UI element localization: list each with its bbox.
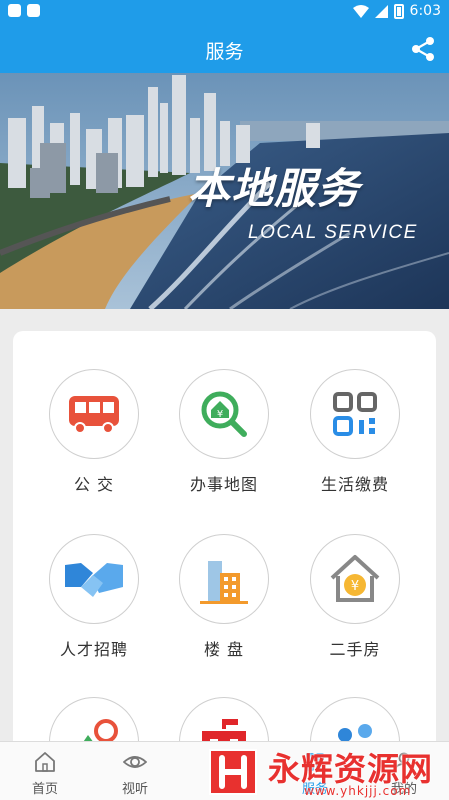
status-bar: 6:03 <box>0 0 449 25</box>
status-time: 6:03 <box>409 3 441 19</box>
qr-payment-icon <box>310 369 400 459</box>
building-icon <box>179 534 269 624</box>
notification-icon <box>8 4 21 17</box>
svg-text:¥: ¥ <box>217 409 223 420</box>
watermark-url: www.yhkjjj.com <box>304 784 412 798</box>
service-item-bus[interactable]: 公 交 <box>29 369 159 495</box>
service-grid-card: 公 交 ¥ 办事地图 生活缴费 人才招聘 楼 盘 ¥ 二手房 <box>13 331 436 781</box>
map-search-icon: ¥ <box>179 369 269 459</box>
banner[interactable]: 本地服务 LOCAL SERVICE <box>0 73 449 309</box>
service-item-property[interactable]: 楼 盘 <box>159 534 289 660</box>
notification-icons <box>8 4 40 17</box>
svg-text:¥: ¥ <box>351 579 359 594</box>
service-label: 生活缴费 <box>320 475 389 494</box>
top-app-bar: 服务 <box>0 25 449 73</box>
share-icon[interactable] <box>409 35 437 63</box>
banner-subtitle: LOCAL SERVICE <box>248 222 418 243</box>
service-label: 二手房 <box>329 640 381 659</box>
page-title: 服务 <box>205 41 244 63</box>
service-label: 人才招聘 <box>59 640 128 659</box>
service-item-payment[interactable]: 生活缴费 <box>290 369 420 495</box>
house-yuan-icon: ¥ <box>310 534 400 624</box>
service-label: 公 交 <box>73 475 115 494</box>
bus-icon <box>49 369 139 459</box>
watermark-logo <box>209 749 257 795</box>
eye-icon <box>123 756 147 768</box>
service-item-second-hand-house[interactable]: ¥ 二手房 <box>290 534 420 660</box>
wifi-icon <box>352 4 369 18</box>
watermark: 永辉资源网 www.yhkjjj.com <box>196 744 449 800</box>
notification-icon <box>27 4 40 17</box>
service-label: 办事地图 <box>189 475 258 494</box>
battery-icon <box>393 3 404 19</box>
tab-label: 首页 <box>31 782 58 797</box>
signal-icon <box>374 4 388 18</box>
handshake-icon <box>49 534 139 624</box>
home-icon <box>35 752 55 772</box>
banner-text: 本地服务 LOCAL SERVICE <box>188 155 418 244</box>
service-item-jobs[interactable]: 人才招聘 <box>29 534 159 660</box>
tab-media[interactable]: 视听 <box>90 742 180 800</box>
service-item-map[interactable]: ¥ 办事地图 <box>159 369 289 495</box>
banner-title: 本地服务 <box>188 164 361 213</box>
tab-label: 视听 <box>121 782 148 797</box>
tab-home[interactable]: 首页 <box>0 742 90 800</box>
service-label: 楼 盘 <box>203 640 245 659</box>
